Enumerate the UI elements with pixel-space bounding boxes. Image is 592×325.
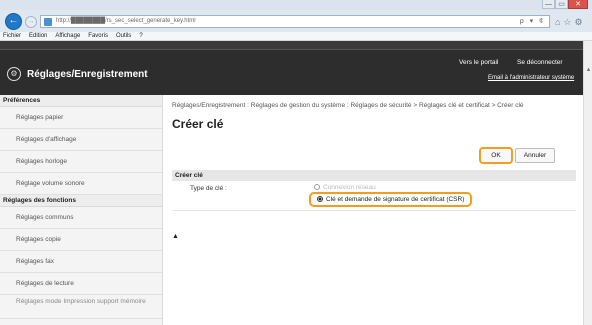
sidebar-item-paper[interactable]: Réglages papier (0, 107, 162, 129)
brand: ⚙ Réglages/Enregistrement (7, 67, 148, 81)
radio-network[interactable] (314, 184, 320, 190)
search-refresh-icon[interactable]: ρ ▾ ¢ (520, 17, 545, 25)
cancel-button[interactable]: Annuler (515, 148, 555, 163)
breadcrumb: Réglages/Enregistrement : Réglages de ge… (172, 102, 524, 109)
header-title: Réglages/Enregistrement (27, 68, 148, 80)
page-scrollbar[interactable]: ▲ (583, 41, 592, 325)
menu-tools[interactable]: Outils (116, 33, 131, 39)
ok-button[interactable]: OK (479, 147, 513, 164)
minimize-button[interactable]: — (542, 0, 555, 9)
sidebar-item-memory-print[interactable]: Réglages mode Impression support mémoire (0, 295, 162, 319)
web-page: ⚙ Réglages/Enregistrement Vers le portai… (0, 41, 583, 325)
menu-help[interactable]: ? (139, 33, 142, 39)
address-bar: ← → http://████████/rs_sec_select_genera… (0, 10, 592, 32)
radio-csr[interactable] (317, 196, 323, 202)
key-type-option-network[interactable]: Connexion réseau (314, 184, 376, 191)
back-to-top-icon[interactable]: ▲ (172, 233, 179, 240)
option-network-label: Connexion réseau (323, 184, 376, 191)
url-field[interactable]: http://████████/rs_sec_select_generate_k… (40, 15, 550, 28)
scroll-up-icon[interactable]: ▲ (585, 67, 592, 73)
back-arrow-icon[interactable]: ← (5, 13, 22, 30)
maximize-button[interactable]: ▭ (555, 0, 568, 9)
menu-view[interactable]: Affichage (55, 33, 80, 39)
menu-bar: Fichier Edition Affichage Favoris Outils… (0, 32, 592, 41)
url-text[interactable]: http://████████/rs_sec_select_generate_k… (56, 18, 196, 24)
option-csr-label: Clé et demande de signature de certifica… (326, 196, 465, 203)
portal-link[interactable]: Vers le portail (459, 59, 498, 66)
forward-arrow-icon[interactable]: → (25, 16, 37, 28)
logout-link[interactable]: Se déconnecter (517, 59, 563, 66)
sidebar-section-functions: Réglages des fonctions (0, 195, 162, 207)
sidebar-item-common[interactable]: Réglages communs (0, 207, 162, 229)
sidebar-item-display[interactable]: Réglages d'affichage (0, 129, 162, 151)
home-star-gear-icon[interactable]: ⌂☆⚙ (555, 17, 586, 28)
admin-email-link[interactable]: Email à l'administrateur système (488, 75, 574, 81)
sidebar-item-fax[interactable]: Réglages fax (0, 251, 162, 273)
create-key-section: Créer clé Type de clé : Connexion réseau… (172, 170, 576, 240)
page-header: ⚙ Réglages/Enregistrement Vers le portai… (0, 41, 583, 95)
sidebar-item-copy[interactable]: Réglages copie (0, 229, 162, 251)
key-type-option-csr[interactable]: Clé et demande de signature de certifica… (309, 192, 473, 207)
window-controls: — ▭ ✕ (542, 0, 588, 9)
close-button[interactable]: ✕ (568, 0, 588, 9)
page-favicon-icon (44, 18, 52, 26)
window-titlebar: — ▭ ✕ (0, 0, 592, 10)
sidebar-item-clock[interactable]: Réglages horloge (0, 151, 162, 173)
key-type-row: Type de clé : Connexion réseau Clé et de… (172, 181, 576, 240)
main-content: Réglages/Enregistrement : Réglages de ge… (172, 95, 576, 240)
settings-logo-icon: ⚙ (7, 67, 21, 81)
menu-file[interactable]: Fichier (3, 33, 21, 39)
section-title: Créer clé (172, 170, 576, 181)
key-type-label: Type de clé : (190, 185, 227, 192)
sidebar-item-volume[interactable]: Réglage volume sonore (0, 173, 162, 195)
menu-favorites[interactable]: Favoris (88, 33, 108, 39)
sidebar-item-scan[interactable]: Réglages de lecture (0, 273, 162, 295)
sidebar: Préférences Réglages papier Réglages d'a… (0, 95, 163, 325)
sidebar-section-preferences: Préférences (0, 95, 162, 107)
menu-edit[interactable]: Edition (29, 33, 47, 39)
page-title: Créer clé (172, 117, 224, 131)
